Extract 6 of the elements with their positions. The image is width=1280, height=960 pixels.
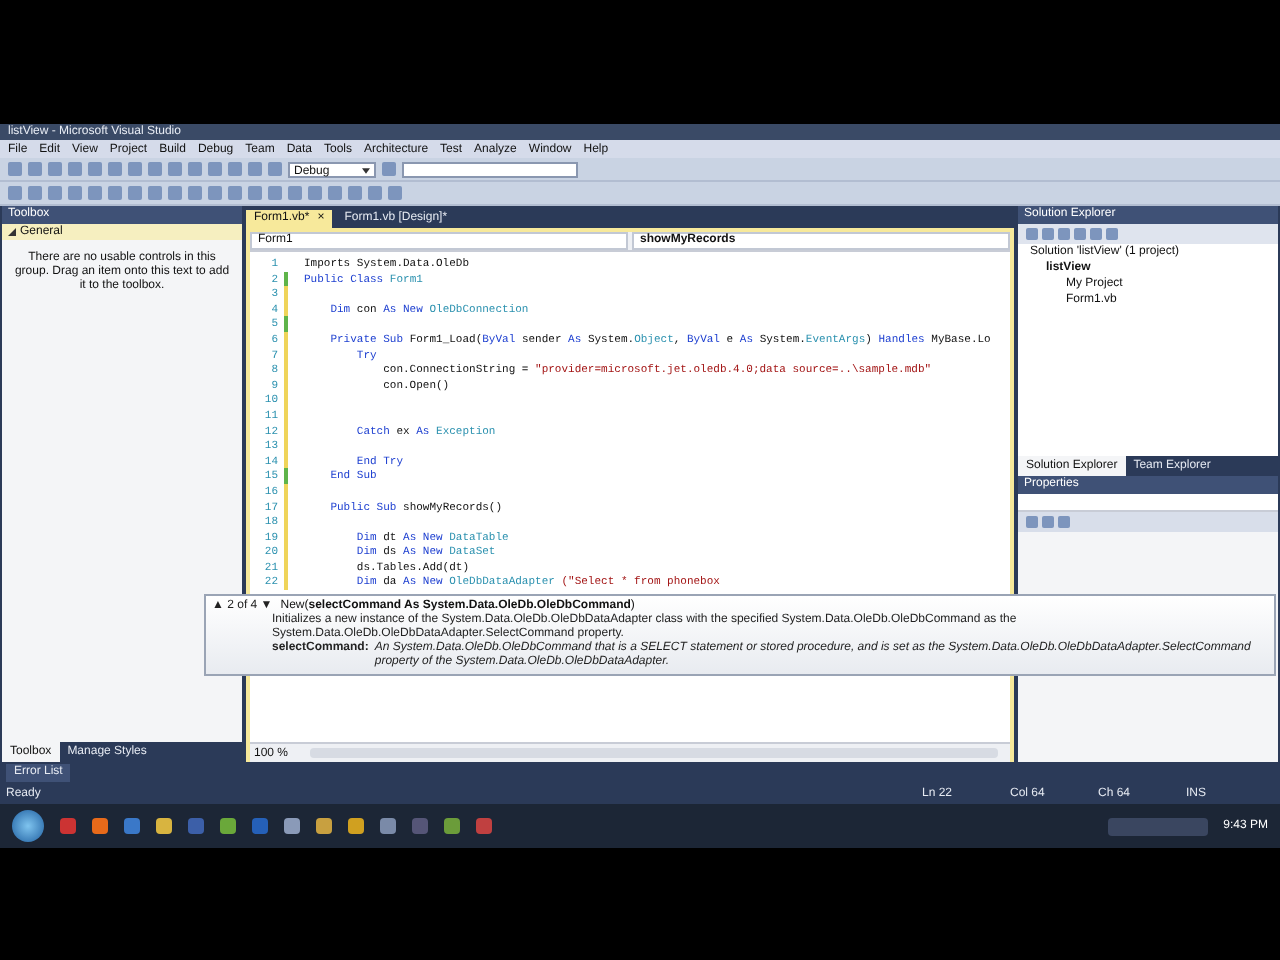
caret-icon <box>362 167 370 173</box>
object-dropdown[interactable] <box>1018 494 1278 512</box>
start-button[interactable] <box>12 810 44 842</box>
system-tray-icons[interactable] <box>1107 817 1208 835</box>
expand-triangle-icon <box>8 228 16 236</box>
solution-platform-dropdown[interactable] <box>402 161 578 177</box>
